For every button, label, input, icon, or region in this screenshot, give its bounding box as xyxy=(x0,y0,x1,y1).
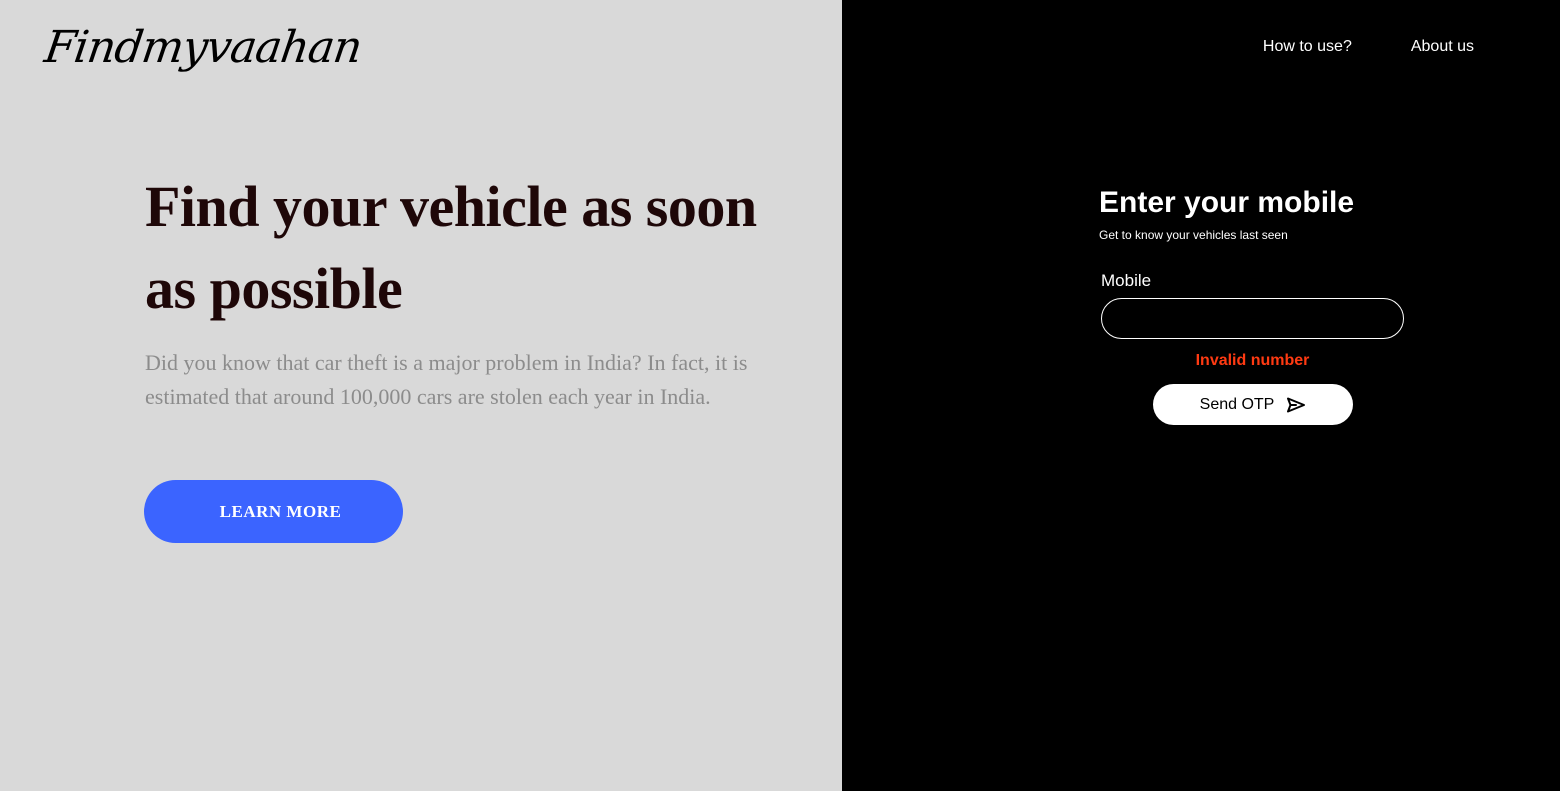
send-otp-button[interactable]: Send OTP xyxy=(1153,384,1353,425)
hero-panel: Findmyvaahan Find your vehicle as soon a… xyxy=(0,0,842,791)
send-icon xyxy=(1286,397,1306,413)
hero-description: Did you know that car theft is a major p… xyxy=(145,350,748,409)
top-nav: How to use? About us xyxy=(1263,38,1474,56)
nav-link-how-to-use[interactable]: How to use? xyxy=(1263,38,1352,56)
hero-title: Find your vehicle as soon as possible xyxy=(145,174,757,321)
mobile-input[interactable] xyxy=(1101,298,1404,339)
learn-more-button[interactable]: LEARN MORE xyxy=(144,480,403,543)
brand-logo[interactable]: Findmyvaahan xyxy=(41,22,364,73)
mobile-error-message: Invalid number xyxy=(1195,352,1310,369)
nav-link-about-us[interactable]: About us xyxy=(1411,38,1474,56)
mobile-label: Mobile xyxy=(1101,271,1152,290)
form-title: Enter your mobile xyxy=(1099,186,1355,219)
form-subtitle: Get to know your vehicles last seen xyxy=(1099,228,1288,242)
send-otp-label: Send OTP xyxy=(1199,395,1275,413)
